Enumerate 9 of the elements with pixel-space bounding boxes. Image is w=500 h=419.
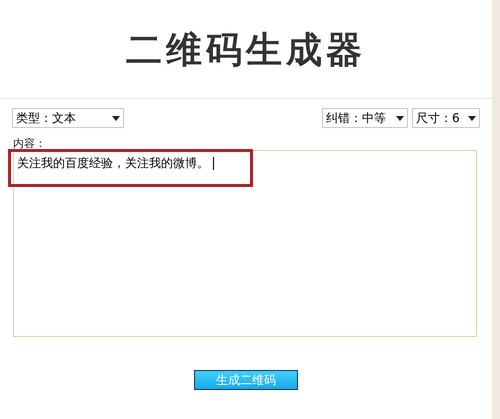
dropdown[interactable]: 尺寸：6 [412, 108, 480, 128]
caret-icon [396, 116, 404, 120]
caret-icon [112, 116, 120, 120]
content-field[interactable]: 关注我的百度经验，关注我的微博。 [13, 150, 477, 337]
dropdown[interactable]: 纠错：中等 [322, 108, 408, 128]
page-title: 二维码生成器 [126, 29, 366, 73]
field-label: 内容： [13, 137, 47, 150]
caret-icon [468, 116, 476, 120]
dropdown[interactable]: 类型：文本 [12, 108, 124, 128]
